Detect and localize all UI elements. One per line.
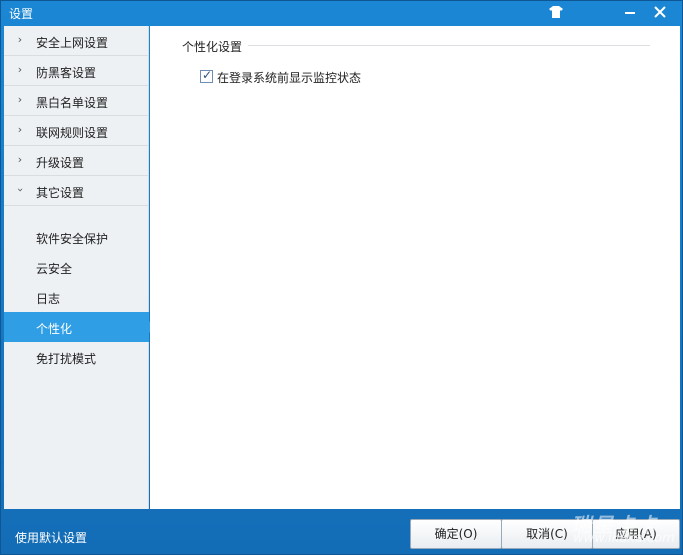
sidebar-subitem-cloud-security[interactable]: 云安全 xyxy=(4,252,149,282)
show-status-checkbox[interactable]: ✓ xyxy=(200,68,213,83)
sidebar-item-label: 联网规则设置 xyxy=(36,126,109,140)
sidebar-item-safe-browsing[interactable]: › 安全上网设置 xyxy=(4,26,149,56)
sidebar-subitem-label: 日志 xyxy=(36,292,61,306)
settings-window: 设置 › 安全上网设置 › 防黑客设置 › 黑白名单设置 › 联网规则设置 › xyxy=(0,0,683,555)
checkmark-icon: ✓ xyxy=(202,68,213,82)
sidebar-subitem-label: 软件安全保护 xyxy=(36,232,109,246)
sidebar-item-anti-hacker[interactable]: › 防黑客设置 xyxy=(4,56,149,86)
sidebar-subitem-log[interactable]: 日志 xyxy=(4,282,149,312)
sidebar-subitem-label: 个性化 xyxy=(36,322,73,336)
sidebar-item-label: 安全上网设置 xyxy=(36,36,109,50)
section-divider xyxy=(182,45,650,46)
sidebar-subitem-label: 免打扰模式 xyxy=(36,352,97,366)
sidebar-item-blacklist[interactable]: › 黑白名单设置 xyxy=(4,86,149,116)
restore-defaults-link[interactable]: 使用默认设置 xyxy=(15,529,87,546)
chevron-right-icon: › xyxy=(17,63,23,76)
title-bar[interactable]: 设置 xyxy=(1,1,682,25)
sidebar-item-label: 黑白名单设置 xyxy=(36,96,109,110)
settings-content-panel: 个性化设置 ✓ 在登录系统前显示监控状态 xyxy=(150,26,680,509)
ok-button[interactable]: 确定(O) xyxy=(410,519,502,549)
dialog-footer: 使用默认设置 确定(O) 取消(C) 应用(A) xyxy=(1,509,682,554)
sidebar-item-upgrade[interactable]: › 升级设置 xyxy=(4,146,149,176)
sidebar-subitem-personalization[interactable]: 个性化 xyxy=(4,312,155,342)
window-title: 设置 xyxy=(9,7,34,21)
chevron-right-icon: › xyxy=(17,123,23,136)
sidebar-item-label: 升级设置 xyxy=(36,156,85,170)
minimize-icon[interactable] xyxy=(619,3,641,21)
skin-icon[interactable] xyxy=(545,3,567,21)
cancel-button[interactable]: 取消(C) xyxy=(501,519,593,549)
section-title: 个性化设置 xyxy=(182,38,249,55)
sidebar-item-label: 其它设置 xyxy=(36,186,85,200)
chevron-right-icon: › xyxy=(17,33,23,46)
chevron-down-icon: › xyxy=(14,187,27,193)
sidebar-subitem-label: 云安全 xyxy=(36,262,73,276)
sidebar-item-other[interactable]: › 其它设置 xyxy=(4,176,149,206)
sidebar-subitem-software-protection[interactable]: 软件安全保护 xyxy=(4,222,149,252)
sidebar-item-network-rules[interactable]: › 联网规则设置 xyxy=(4,116,149,146)
sidebar-subitem-do-not-disturb[interactable]: 免打扰模式 xyxy=(4,342,149,372)
chevron-right-icon: › xyxy=(17,153,23,166)
close-icon[interactable] xyxy=(649,3,671,21)
chevron-right-icon: › xyxy=(17,93,23,106)
sidebar-item-label: 防黑客设置 xyxy=(36,66,97,80)
show-status-label[interactable]: 在登录系统前显示监控状态 xyxy=(217,69,361,86)
apply-button[interactable]: 应用(A) xyxy=(592,519,680,549)
settings-sidebar: › 安全上网设置 › 防黑客设置 › 黑白名单设置 › 联网规则设置 › 升级设… xyxy=(4,26,155,509)
